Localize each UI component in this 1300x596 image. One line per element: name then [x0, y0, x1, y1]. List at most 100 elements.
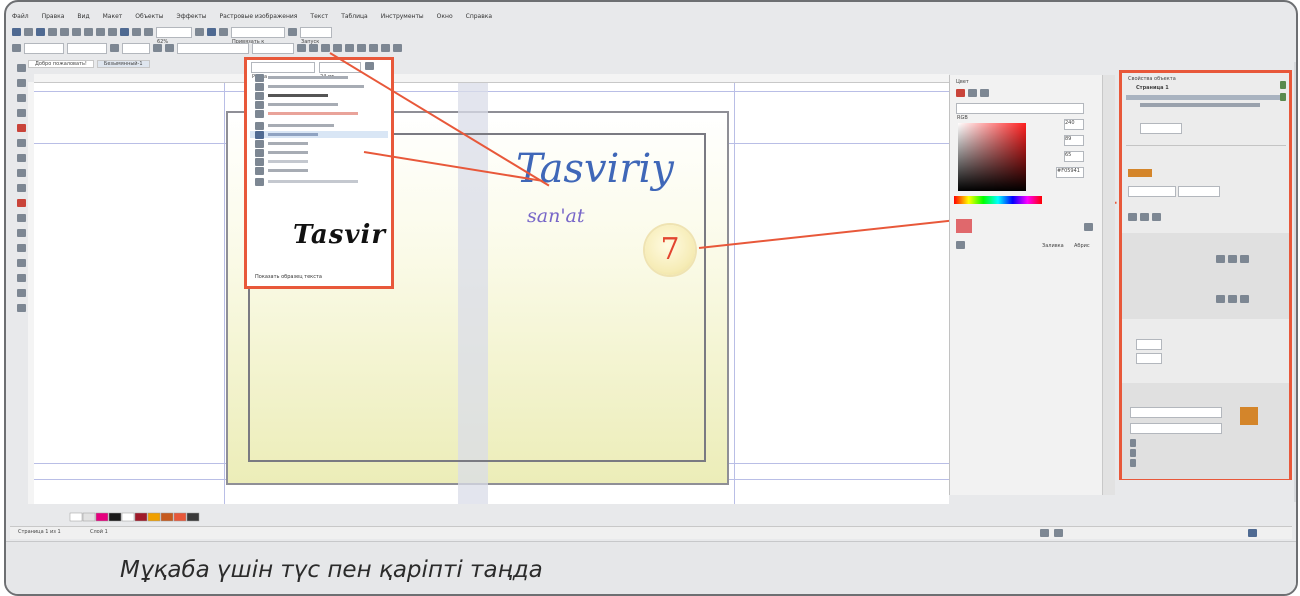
fullscreen-icon[interactable]: [195, 28, 204, 36]
import-icon[interactable]: [120, 28, 129, 36]
checkbox-icon[interactable]: [1130, 439, 1136, 447]
docker-tabs-strip[interactable]: [1102, 75, 1115, 495]
shape-tool-icon[interactable]: [16, 79, 26, 87]
object-origin-icon[interactable]: [12, 44, 21, 52]
palette-swatch[interactable]: [160, 512, 174, 522]
menu-edit[interactable]: Правка: [42, 13, 65, 20]
zoom-select[interactable]: 62%: [156, 26, 192, 45]
artistic-media-icon[interactable]: [16, 139, 26, 147]
font-name-field[interactable]: [177, 42, 249, 54]
palette-swatches[interactable]: [36, 505, 206, 523]
mirror-h-icon[interactable]: [153, 44, 162, 52]
guideline[interactable]: [34, 91, 949, 92]
horizontal-text-icon[interactable]: [381, 44, 390, 52]
subtitle-script-text[interactable]: san'at: [527, 205, 585, 227]
hints-tab-strip[interactable]: [1294, 62, 1296, 502]
tab-welcome[interactable]: Добро пожаловать!: [28, 60, 94, 68]
palette-swatch[interactable]: [134, 512, 148, 522]
transparency-icon[interactable]: [16, 259, 26, 267]
column-count-field[interactable]: [1136, 339, 1162, 350]
green-value-field[interactable]: 89: [1064, 135, 1084, 146]
font-list-dropdown[interactable]: Pecita 24 пт Tasvir Показать образец тек…: [244, 57, 394, 289]
font-list-item[interactable]: [255, 166, 383, 175]
parallel-dimension-icon[interactable]: [16, 214, 26, 222]
polygon-tool-icon[interactable]: [16, 184, 26, 192]
font-name-combobox[interactable]: Pecita: [251, 62, 315, 80]
bullet-list-icon[interactable]: [345, 44, 354, 52]
frame-color-swatch[interactable]: [1240, 407, 1258, 425]
font-list-item[interactable]: [255, 139, 383, 148]
interactive-fill-icon[interactable]: [16, 289, 26, 297]
align-icon[interactable]: [333, 44, 342, 52]
spacing-icon[interactable]: [1228, 295, 1237, 303]
lock-ratio-icon[interactable]: [110, 44, 119, 52]
underline-icon[interactable]: [321, 44, 330, 52]
font-size-field[interactable]: [252, 42, 294, 54]
hue-slider[interactable]: [954, 196, 1042, 204]
color-sliders-icon[interactable]: [968, 89, 977, 97]
tab-untitled[interactable]: Безымянный-1: [96, 60, 150, 68]
pen-nib-icon[interactable]: [1084, 223, 1093, 231]
font-list-item[interactable]: [255, 100, 383, 109]
zoom-fit-icon[interactable]: [1054, 529, 1063, 537]
menu-help[interactable]: Справка: [466, 13, 492, 20]
print-icon[interactable]: [48, 28, 57, 36]
grid-icon[interactable]: [219, 28, 228, 36]
palette-swatch[interactable]: [82, 512, 96, 522]
align-right-icon[interactable]: [1152, 213, 1161, 221]
export-icon[interactable]: [132, 28, 141, 36]
cut-icon[interactable]: [60, 28, 69, 36]
snap-to-select[interactable]: Привязать к: [231, 26, 285, 45]
spacing-icon[interactable]: [1216, 295, 1225, 303]
font-list-item[interactable]: [255, 157, 383, 166]
fill-button[interactable]: Заливка: [1042, 243, 1064, 249]
palette-swatch[interactable]: [147, 512, 161, 522]
angle-field[interactable]: [122, 42, 150, 54]
color-viewer-icon[interactable]: [956, 89, 965, 97]
frame-width-field[interactable]: [1130, 423, 1222, 434]
menu-effects[interactable]: Эффекты: [176, 13, 206, 20]
indent-icon[interactable]: [1216, 255, 1225, 263]
font-list-item[interactable]: [255, 91, 383, 100]
show-sample-text-link[interactable]: Показать образец текста: [255, 274, 322, 280]
guideline[interactable]: [224, 83, 225, 504]
connector-tool-icon[interactable]: [16, 229, 26, 237]
open-icon[interactable]: [24, 28, 33, 36]
font-list-item[interactable]: [255, 121, 383, 130]
font-list-item[interactable]: [255, 82, 383, 91]
menu-view[interactable]: Вид: [77, 13, 89, 20]
vertical-text-icon[interactable]: [393, 44, 402, 52]
layer-tree-row[interactable]: [1140, 103, 1260, 107]
font-list-item[interactable]: [255, 177, 383, 186]
text-properties-icon[interactable]: [357, 44, 366, 52]
hex-value-field[interactable]: #F05941: [1056, 167, 1084, 178]
italic-icon[interactable]: [309, 44, 318, 52]
menu-bitmaps[interactable]: Растровые изображения: [219, 13, 297, 20]
font-list-item-selected[interactable]: [250, 130, 388, 139]
color-proof-icon[interactable]: [1248, 529, 1257, 537]
menu-layout[interactable]: Макет: [103, 13, 123, 20]
layer-visible-icon[interactable]: [1280, 93, 1286, 101]
layer-visible-icon[interactable]: [1280, 81, 1286, 89]
x-position-field[interactable]: [24, 42, 64, 54]
palette-swatch[interactable]: [186, 512, 200, 522]
eyedropper-icon[interactable]: [16, 274, 26, 282]
checkbox-icon[interactable]: [1130, 459, 1136, 467]
palette-swatch[interactable]: [108, 512, 122, 522]
palette-swatch[interactable]: [173, 512, 187, 522]
character-font-field[interactable]: [1128, 186, 1176, 197]
redo-icon[interactable]: [108, 28, 117, 36]
indent-icon[interactable]: [1240, 255, 1249, 263]
align-left-icon[interactable]: [1128, 213, 1137, 221]
character-size-field[interactable]: [1178, 186, 1220, 197]
character-color-swatch[interactable]: [1128, 169, 1152, 177]
ellipse-tool-icon[interactable]: [16, 169, 26, 177]
undo-icon[interactable]: [96, 28, 105, 36]
color-model-select[interactable]: RGB: [956, 103, 1084, 121]
copy-icon[interactable]: [72, 28, 81, 36]
align-center-icon[interactable]: [1140, 213, 1149, 221]
palette-swatch[interactable]: [95, 512, 109, 522]
drawing-canvas[interactable]: [34, 83, 949, 504]
menu-window[interactable]: Окно: [437, 13, 453, 20]
menu-file[interactable]: Файл: [12, 13, 29, 20]
